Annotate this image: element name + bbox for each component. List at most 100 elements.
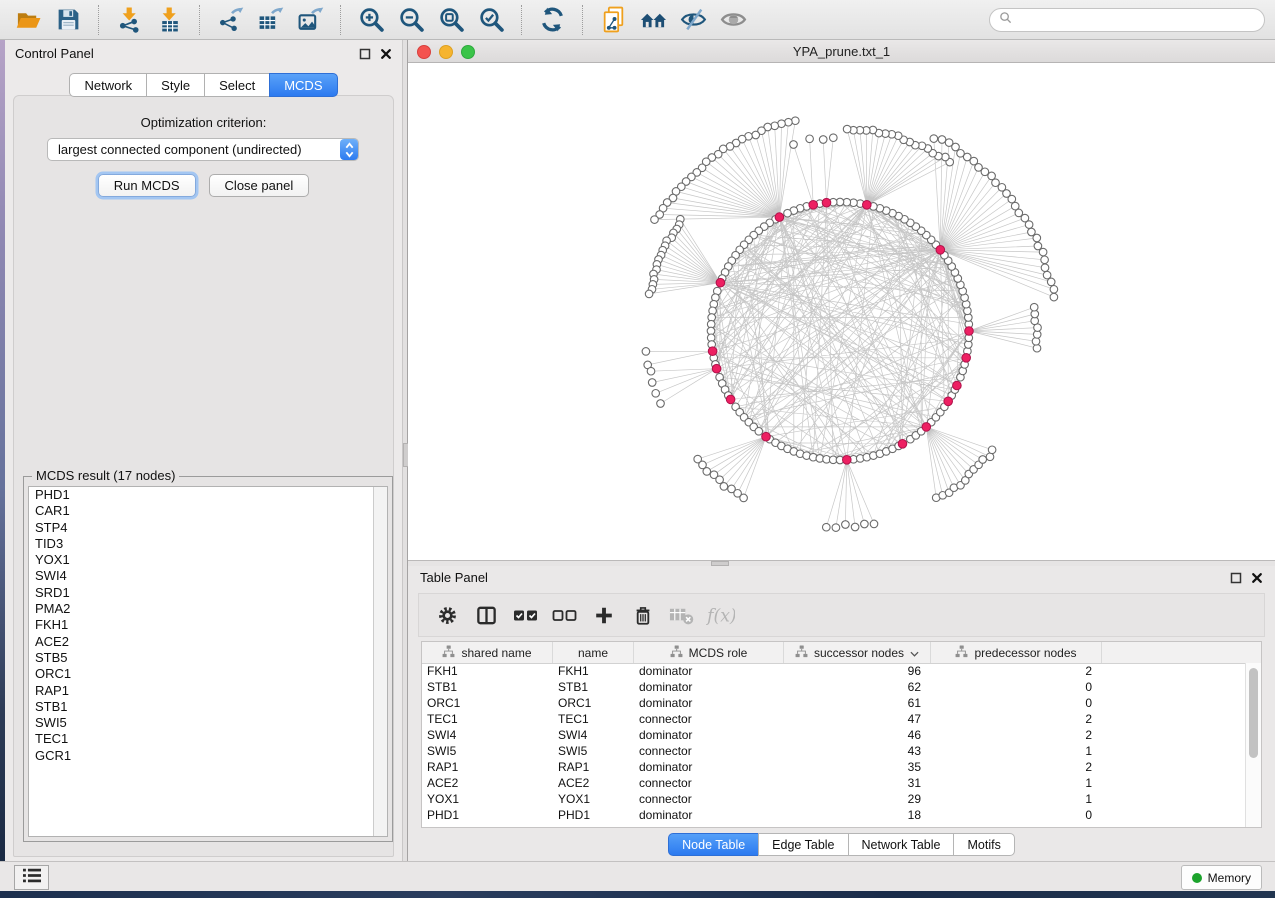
- show-columns-icon[interactable]: [468, 597, 505, 633]
- column-header-successor-nodes[interactable]: successor nodes: [784, 642, 931, 663]
- export-network-icon[interactable]: [212, 4, 248, 36]
- optimization-criterion-select[interactable]: largest connected component (undirected): [47, 138, 359, 161]
- column-header-MCDS-role[interactable]: MCDS role: [634, 642, 784, 663]
- zoom-fit-icon[interactable]: [433, 4, 469, 36]
- table-cell: RAP1: [422, 760, 553, 774]
- tab-mcds[interactable]: MCDS: [269, 73, 337, 97]
- search-input[interactable]: [1018, 12, 1255, 28]
- table-cell: 35: [784, 760, 931, 774]
- export-table-icon[interactable]: [252, 4, 288, 36]
- search-icon: [999, 11, 1012, 29]
- column-header-predecessor-nodes[interactable]: predecessor nodes: [931, 642, 1102, 663]
- table-row[interactable]: TEC1TEC1connector472: [422, 711, 1246, 727]
- table-cell: 31: [784, 776, 931, 790]
- mcds-result-item[interactable]: ORC1: [29, 666, 387, 682]
- close-panel-button[interactable]: Close panel: [209, 174, 310, 197]
- table-body: FKH1FKH1dominator962STB1STB1dominator620…: [422, 663, 1246, 827]
- table-cell: FKH1: [422, 664, 553, 678]
- delete-table-icon: [663, 597, 700, 633]
- table-row[interactable]: FKH1FKH1dominator962: [422, 663, 1246, 679]
- table-row[interactable]: RAP1RAP1dominator352: [422, 759, 1246, 775]
- zoom-out-icon[interactable]: [393, 4, 429, 36]
- mcds-result-item[interactable]: ACE2: [29, 634, 387, 650]
- tab-select[interactable]: Select: [204, 73, 269, 97]
- float-window-icon[interactable]: [1230, 572, 1242, 584]
- open-file-icon[interactable]: [10, 4, 46, 36]
- mcds-result-item[interactable]: PHD1: [29, 487, 387, 503]
- create-column-icon[interactable]: [585, 597, 622, 633]
- minimize-window-icon[interactable]: [439, 45, 453, 59]
- tab-network[interactable]: Network: [69, 73, 146, 97]
- zoom-selected-icon[interactable]: [473, 4, 509, 36]
- tab-style[interactable]: Style: [146, 73, 204, 97]
- delete-columns-icon[interactable]: [624, 597, 661, 633]
- table-mode-icon[interactable]: [429, 597, 466, 633]
- table-cell: 96: [784, 664, 931, 678]
- table-cell: SWI4: [553, 728, 634, 742]
- tab-edge-table[interactable]: Edge Table: [758, 833, 847, 856]
- table-row[interactable]: SWI5SWI5connector431: [422, 743, 1246, 759]
- table-row[interactable]: ORC1ORC1dominator610: [422, 695, 1246, 711]
- float-window-icon[interactable]: [359, 48, 371, 60]
- import-network-icon[interactable]: [111, 4, 147, 36]
- tab-node-table[interactable]: Node Table: [668, 833, 758, 856]
- table-row[interactable]: YOX1YOX1connector291: [422, 791, 1246, 807]
- mcds-result-item[interactable]: FKH1: [29, 617, 387, 633]
- table-row[interactable]: ACE2ACE2connector311: [422, 775, 1246, 791]
- mcds-result-item[interactable]: SRD1: [29, 585, 387, 601]
- mcds-result-item[interactable]: TEC1: [29, 731, 387, 747]
- table-cell: 1: [931, 776, 1102, 790]
- mcds-result-item[interactable]: CAR1: [29, 503, 387, 519]
- tab-motifs[interactable]: Motifs: [953, 833, 1014, 856]
- export-image-icon[interactable]: [292, 4, 328, 36]
- close-icon[interactable]: [1251, 572, 1263, 584]
- table-cell: 46: [784, 728, 931, 742]
- apply-layout-icon[interactable]: [534, 4, 570, 36]
- mcds-result-item[interactable]: PMA2: [29, 601, 387, 617]
- mcds-result-item[interactable]: YOX1: [29, 552, 387, 568]
- table-cell: TEC1: [422, 712, 553, 726]
- save-session-icon[interactable]: [50, 4, 86, 36]
- tab-network-table[interactable]: Network Table: [848, 833, 954, 856]
- mcds-result-item[interactable]: GCR1: [29, 748, 387, 764]
- network-window-title: YPA_prune.txt_1: [793, 44, 890, 59]
- hide-graphics-details-icon[interactable]: [675, 4, 711, 36]
- welcome-screen-icon[interactable]: [635, 4, 671, 36]
- mcds-result-item[interactable]: STB1: [29, 699, 387, 715]
- close-window-icon[interactable]: [417, 45, 431, 59]
- table-scrollbar[interactable]: [1245, 663, 1261, 827]
- column-header-shared-name[interactable]: shared name: [422, 642, 553, 663]
- result-list-scrollbar[interactable]: [373, 487, 387, 836]
- clone-network-icon[interactable]: [595, 4, 631, 36]
- deselect-all-rows-icon[interactable]: [546, 597, 583, 633]
- close-icon[interactable]: [380, 48, 392, 60]
- table-cell: 1: [931, 792, 1102, 806]
- show-graphics-details-icon[interactable]: [715, 4, 751, 36]
- column-header-name[interactable]: name: [553, 642, 634, 663]
- task-history-button[interactable]: [14, 865, 49, 890]
- table-row[interactable]: STB1STB1dominator620: [422, 679, 1246, 695]
- zoom-in-icon[interactable]: [353, 4, 389, 36]
- table-cell: SWI5: [553, 744, 634, 758]
- mcds-result-item[interactable]: RAP1: [29, 683, 387, 699]
- mcds-result-item[interactable]: STP4: [29, 520, 387, 536]
- main-toolbar: [0, 0, 1275, 40]
- mcds-result-item[interactable]: SWI5: [29, 715, 387, 731]
- search-box[interactable]: [989, 8, 1265, 32]
- import-table-icon[interactable]: [151, 4, 187, 36]
- mcds-result-item[interactable]: SWI4: [29, 568, 387, 584]
- select-all-rows-icon[interactable]: [507, 597, 544, 633]
- table-row[interactable]: SWI4SWI4dominator462: [422, 727, 1246, 743]
- run-mcds-button[interactable]: Run MCDS: [98, 174, 196, 197]
- memory-button[interactable]: Memory: [1181, 865, 1262, 890]
- table-scrollbar-thumb[interactable]: [1249, 668, 1258, 758]
- mcds-result-item[interactable]: TID3: [29, 536, 387, 552]
- table-row[interactable]: PHD1PHD1dominator180: [422, 807, 1246, 823]
- table-cell: 29: [784, 792, 931, 806]
- table-cell: ORC1: [422, 696, 553, 710]
- maximize-window-icon[interactable]: [461, 45, 475, 59]
- network-canvas[interactable]: [408, 63, 1275, 560]
- control-panel-title: Control Panel: [15, 46, 94, 61]
- table-cell: RAP1: [553, 760, 634, 774]
- mcds-result-item[interactable]: STB5: [29, 650, 387, 666]
